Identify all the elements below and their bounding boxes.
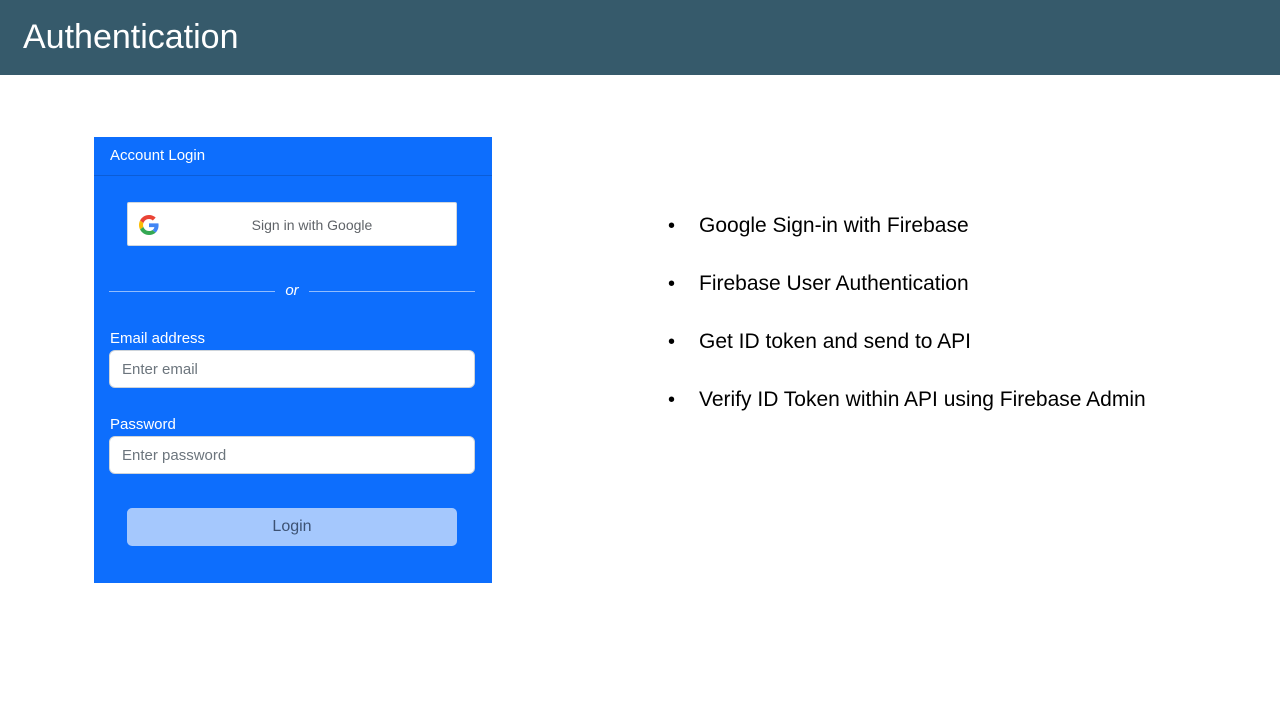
card-header: Account Login [94,137,492,176]
bullet-marker: • [668,389,676,411]
title-bar: Authentication [0,0,1280,75]
login-card: Account Login Sign in with Google or Ema… [94,137,492,583]
google-sign-in-button[interactable]: Sign in with Google [127,202,457,246]
google-sign-in-label: Sign in with Google [251,217,373,233]
bullet-marker: • [668,273,676,295]
password-label: Password [110,416,176,433]
slide-title: Authentication [23,18,239,56]
bullet-item: • Firebase User Authentication [668,270,1268,328]
bullet-marker: • [668,215,676,237]
email-label: Email address [110,330,206,347]
slide: Authentication Account Login Sign in wit… [0,0,1280,720]
bullet-list: • Google Sign-in with Firebase • Firebas… [668,212,1268,444]
login-button[interactable]: Login [127,508,457,546]
card-header-title: Account Login [110,147,206,164]
bullet-text: Firebase User Authentication [699,272,969,295]
divider-line-left [109,291,275,292]
divider-line-right [309,291,475,292]
bullet-item: • Google Sign-in with Firebase [668,212,1268,270]
bullet-text: Verify ID Token within API using Firebas… [699,388,1146,411]
bullet-item: • Verify ID Token within API using Fireb… [668,386,1268,444]
divider-or-text: or [285,282,299,299]
password-input[interactable] [109,436,475,474]
bullet-text: Get ID token and send to API [699,330,972,353]
email-input[interactable] [109,350,475,388]
bullet-marker: • [668,331,676,353]
bullet-text: Google Sign-in with Firebase [699,214,969,237]
google-icon [139,215,159,235]
login-button-label: Login [272,518,312,535]
bullet-item: • Get ID token and send to API [668,328,1268,386]
